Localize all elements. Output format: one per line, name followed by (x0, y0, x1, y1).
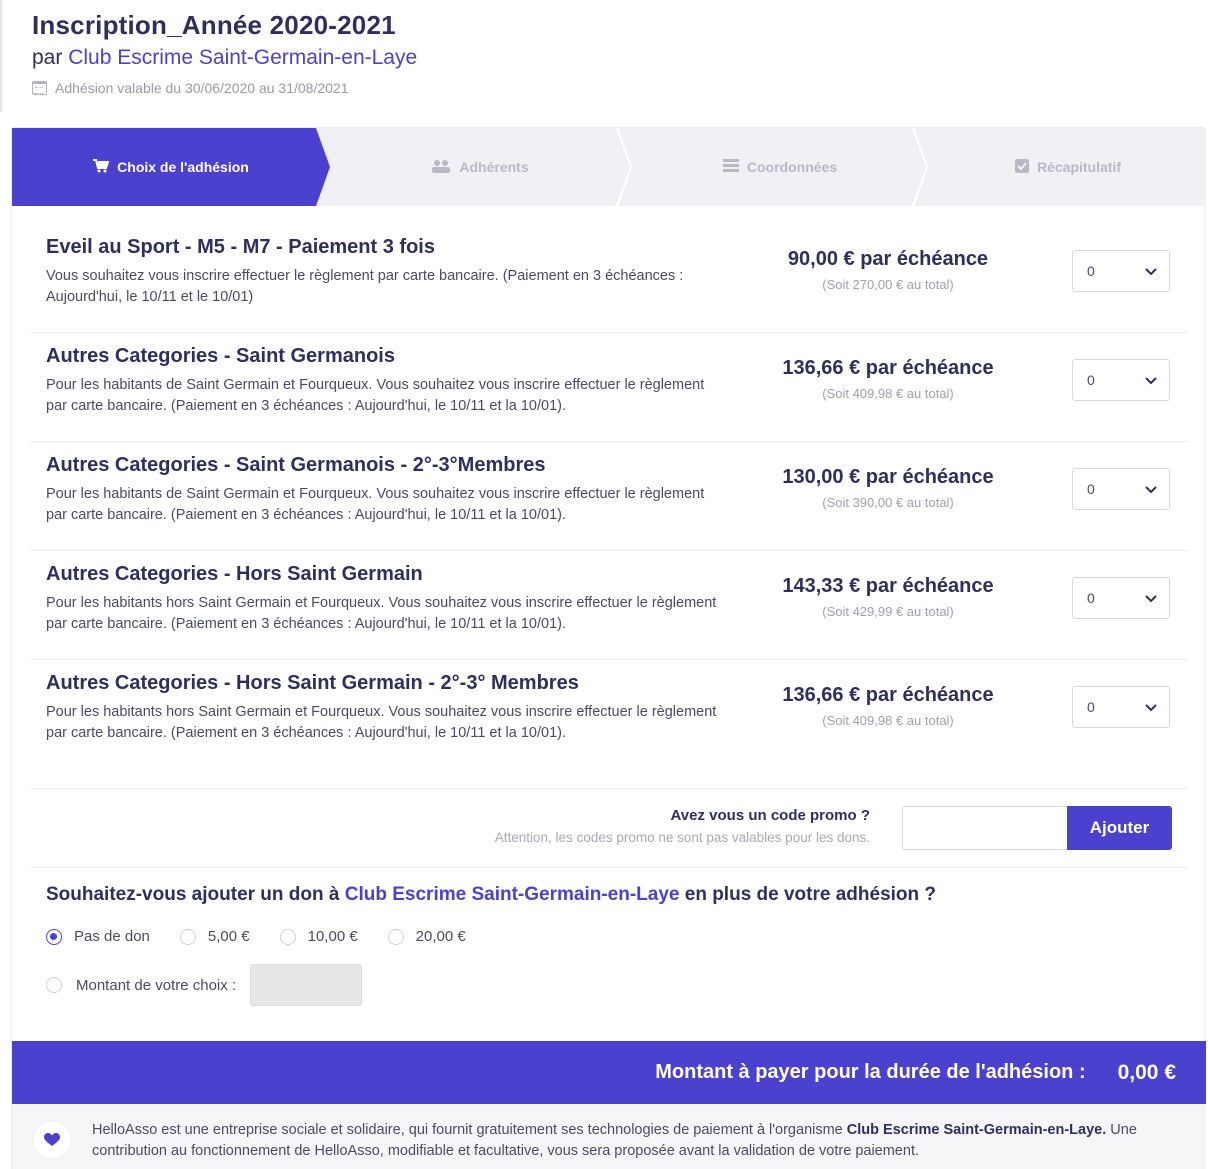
donation-options: Pas de don 5,00 € 10,00 € 20,00 € (46, 928, 496, 945)
by-label: par (32, 46, 63, 69)
cart-icon (93, 158, 110, 176)
option-name: Autres Categories - Saint Germanois - 2°… (46, 454, 546, 476)
donation-custom-row: Montant de votre choix : (46, 964, 363, 1006)
chevron-down-icon (1145, 481, 1157, 497)
total-amount: 0,00 € (1117, 1060, 1176, 1084)
donation-custom-amount-input[interactable] (250, 964, 363, 1006)
option-name: Autres Categories - Hors Saint Germain -… (46, 672, 579, 694)
promo-warning: Attention, les codes promo ne sont pas v… (494, 830, 870, 845)
donation-option-label: 5,00 € (207, 928, 250, 945)
chevron-down-icon (1145, 590, 1157, 606)
donation-option-label: Pas de don (74, 928, 150, 945)
donation-club-link[interactable]: Club Escrime Saint-Germain-en-Laye (345, 884, 680, 905)
quantity-value: 0 (1087, 263, 1095, 279)
validity-line: Adhésion valable du 30/06/2020 au 31/08/… (32, 80, 348, 96)
step-summary[interactable]: Récapitulatif (930, 128, 1206, 206)
helloasso-info: HelloAsso est une entreprise sociale et … (12, 1104, 1206, 1169)
users-icon (431, 159, 451, 176)
option-description: Pour les habitants hors Saint Germain et… (46, 595, 717, 632)
option-price: 136,66 € par échéance (782, 684, 994, 706)
radio-icon (279, 928, 296, 945)
radio-selected-icon (46, 928, 62, 945)
total-label: Montant à payer pour la durée de l'adhés… (655, 1061, 1086, 1083)
quantity-select[interactable]: 0 (1072, 468, 1170, 510)
promo-code-section: Avez vous un code promo ? Attention, les… (30, 788, 1188, 868)
total-bar: Montant à payer pour la durée de l'adhés… (12, 1041, 1206, 1104)
step-members[interactable]: Adhérents (330, 128, 630, 206)
option-name: Eveil au Sport - M5 - M7 - Paiement 3 fo… (46, 236, 435, 258)
option-total: (Soit 390,00 € au total) (822, 495, 954, 510)
promo-question: Avez vous un code promo ? (670, 807, 870, 824)
quantity-value: 0 (1087, 481, 1095, 497)
step-label: Adhérents (459, 159, 529, 175)
donation-option-5[interactable]: 5,00 € (179, 928, 250, 945)
donation-option-label: 10,00 € (307, 928, 358, 945)
option-total: (Soit 429,99 € au total) (822, 604, 954, 619)
info-club: Club Escrime Saint-Germain-en-Laye. (846, 1122, 1107, 1138)
chevron-down-icon (1145, 372, 1157, 388)
validity-text: Adhésion valable du 30/06/2020 au 31/08/… (55, 80, 349, 96)
club-link[interactable]: Club Escrime Saint-Germain-en-Laye (68, 46, 417, 69)
donation-option-10[interactable]: 10,00 € (279, 928, 358, 945)
list-icon (722, 159, 739, 175)
step-progress: Choix de l'adhésion Adhérents Coordonnée… (12, 128, 1206, 206)
option-description: Pour les habitants de Saint Germain et F… (46, 377, 705, 414)
membership-option: Autres Categories - Saint Germanois Pour… (30, 333, 1188, 442)
step-label: Coordonnées (746, 159, 838, 175)
option-total: (Soit 270,00 € au total) (822, 277, 954, 292)
donation-custom-label: Montant de votre choix : (76, 976, 237, 994)
step-contact-details[interactable]: Coordonnées (630, 128, 930, 206)
calendar-icon (32, 81, 47, 95)
membership-option: Autres Categories - Saint Germanois - 2°… (30, 442, 1188, 551)
radio-icon (179, 928, 196, 945)
membership-option: Eveil au Sport - M5 - M7 - Paiement 3 fo… (30, 224, 1188, 333)
quantity-select[interactable]: 0 (1072, 686, 1170, 728)
step-membership-choice[interactable]: Choix de l'adhésion (12, 128, 330, 206)
option-price: 90,00 € par échéance (787, 248, 989, 270)
organizer-line: par Club Escrime Saint-Germain-en-Laye (32, 46, 417, 70)
option-name: Autres Categories - Hors Saint Germain (46, 563, 423, 585)
promo-code-input[interactable] (902, 806, 1068, 850)
quantity-select[interactable]: 0 (1072, 577, 1170, 619)
quantity-value: 0 (1087, 699, 1095, 715)
check-square-icon (1014, 158, 1029, 176)
radio-icon[interactable] (46, 977, 62, 993)
donation-question: Souhaitez-vous ajouter un don à Club Esc… (46, 884, 936, 906)
quantity-select[interactable]: 0 (1072, 250, 1170, 292)
add-promo-button[interactable]: Ajouter (1067, 806, 1172, 850)
quantity-value: 0 (1087, 372, 1095, 388)
donation-question-before: Souhaitez-vous ajouter un don à (46, 884, 340, 905)
donation-option-none[interactable]: Pas de don (46, 928, 150, 945)
option-price: 136,66 € par échéance (782, 357, 994, 379)
radio-icon (387, 928, 404, 945)
option-total: (Soit 409,98 € au total) (822, 713, 954, 728)
chevron-down-icon (1145, 263, 1157, 279)
option-name: Autres Categories - Saint Germanois (46, 345, 395, 367)
option-description: Vous souhaitez vous inscrire effectuer l… (46, 268, 684, 305)
heart-icon (34, 1122, 70, 1158)
chevron-down-icon (1145, 699, 1157, 715)
quantity-select[interactable]: 0 (1072, 359, 1170, 401)
helloasso-text: HelloAsso est une entreprise sociale et … (92, 1120, 1192, 1162)
option-price: 130,00 € par échéance (782, 466, 994, 488)
page-header: Inscription_Année 2020-2021 par Club Esc… (0, 0, 1208, 112)
membership-option: Autres Categories - Hors Saint Germain P… (30, 551, 1188, 660)
step-label: Récapitulatif (1036, 159, 1121, 175)
page-title: Inscription_Année 2020-2021 (32, 10, 396, 40)
option-total: (Soit 409,98 € au total) (822, 386, 954, 401)
membership-option: Autres Categories - Hors Saint Germain -… (30, 660, 1188, 769)
donation-question-after: en plus de votre adhésion ? (684, 884, 937, 905)
info-text-before: HelloAsso est une entreprise sociale et … (92, 1122, 843, 1138)
donation-option-20[interactable]: 20,00 € (387, 928, 466, 945)
step-label: Choix de l'adhésion (117, 159, 249, 175)
option-description: Pour les habitants de Saint Germain et F… (46, 486, 705, 523)
membership-form: Choix de l'adhésion Adhérents Coordonnée… (11, 127, 1206, 1169)
option-price: 143,33 € par échéance (782, 575, 994, 597)
donation-option-label: 20,00 € (415, 928, 466, 945)
quantity-value: 0 (1087, 590, 1095, 606)
option-description: Pour les habitants hors Saint Germain et… (46, 704, 717, 741)
